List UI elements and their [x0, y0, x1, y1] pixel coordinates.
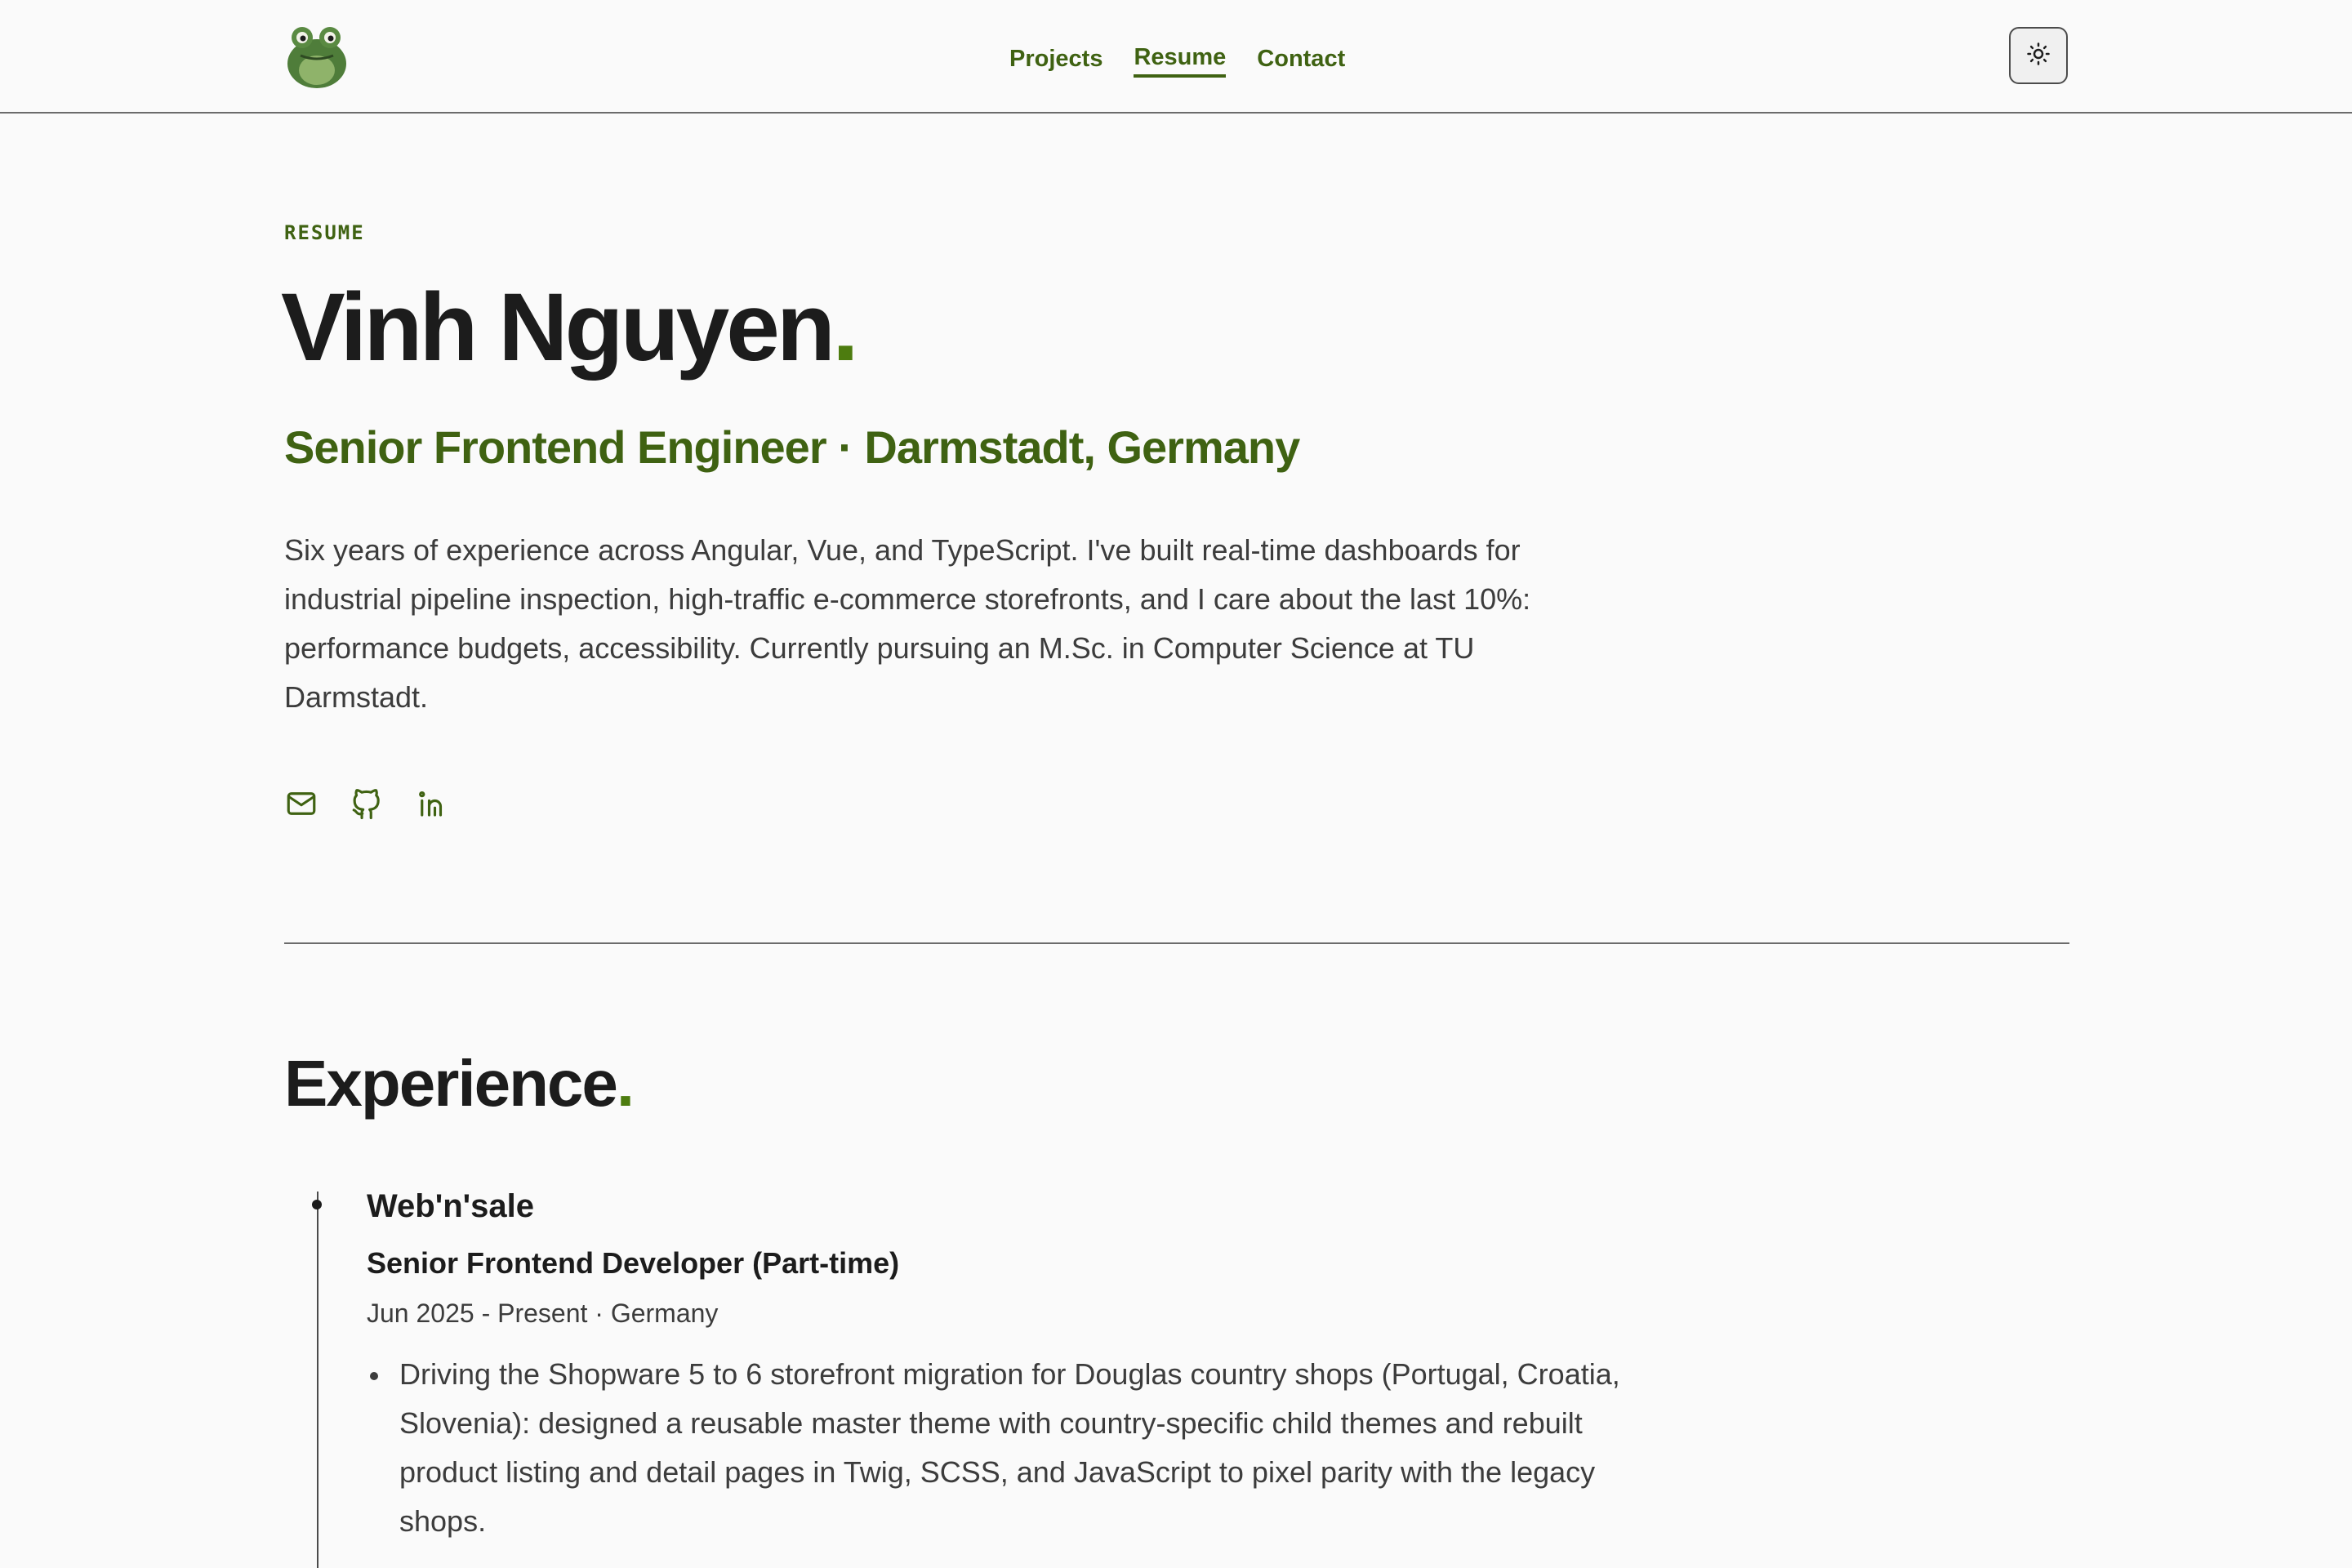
- sun-icon: [2026, 42, 2051, 70]
- theme-toggle-button[interactable]: [2009, 27, 2068, 84]
- main-nav: Projects Resume Contact: [1009, 42, 1345, 78]
- experience-heading: Experience.: [284, 1046, 635, 1121]
- section-divider: [284, 942, 2069, 944]
- experience-title-text: Experience: [284, 1047, 618, 1120]
- job-bullet: Driving the Shopware 5 to 6 storefront m…: [367, 1350, 1673, 1546]
- company-name: Web'n'sale: [367, 1188, 535, 1224]
- experience-accent-dot: .: [616, 1047, 635, 1120]
- social-links: [284, 786, 449, 821]
- nav-projects-link[interactable]: Projects: [1009, 46, 1102, 76]
- timeline-dot: [312, 1200, 322, 1209]
- mail-icon[interactable]: [284, 786, 318, 821]
- name-text: Vinh Nguyen: [281, 274, 835, 381]
- nav-resume-link[interactable]: Resume: [1134, 44, 1227, 78]
- nav-contact-link[interactable]: Contact: [1257, 46, 1345, 76]
- timeline-line: [317, 1192, 318, 1568]
- experience-item: Web'n'sale Senior Frontend Developer (Pa…: [367, 1188, 1918, 1546]
- job-meta: Jun 2025 - Present · Germany: [367, 1298, 719, 1328]
- linkedin-icon[interactable]: [415, 786, 449, 821]
- title-accent-dot: .: [832, 274, 859, 381]
- site-header: Projects Resume Contact: [0, 0, 2352, 114]
- job-title-location: Senior Frontend Engineer · Darmstadt, Ge…: [284, 421, 1300, 473]
- page-eyebrow: RESUME: [284, 221, 365, 244]
- job-role: Senior Frontend Developer (Part-time): [367, 1246, 900, 1280]
- page-title: Vinh Nguyen.: [281, 270, 859, 386]
- bio-paragraph: Six years of experience across Angular, …: [284, 533, 1531, 714]
- job-bullets: Driving the Shopware 5 to 6 storefront m…: [367, 1350, 1918, 1546]
- github-icon[interactable]: [350, 786, 384, 821]
- frog-avatar-icon[interactable]: [283, 21, 351, 90]
